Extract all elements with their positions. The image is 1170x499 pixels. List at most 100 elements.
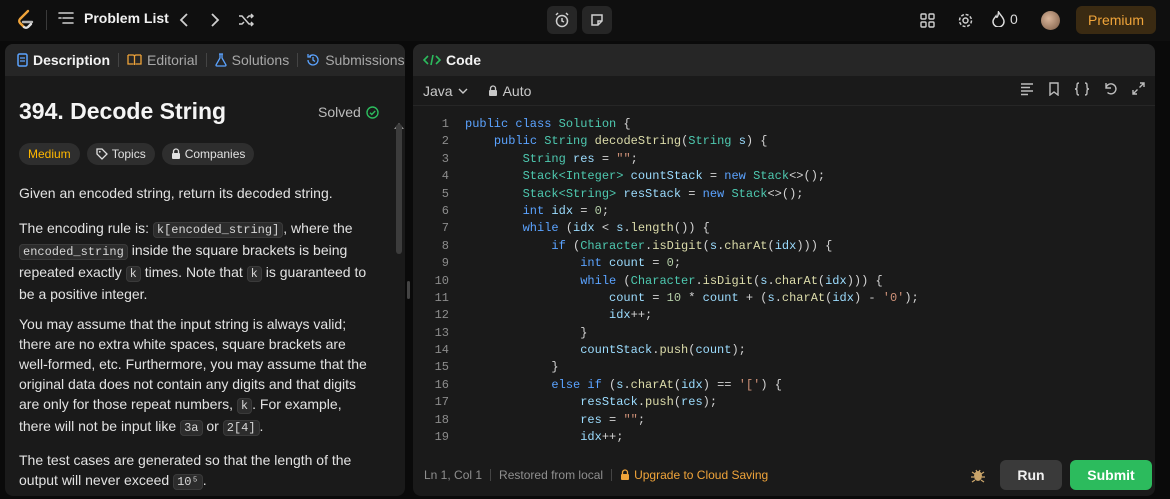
logo-icon[interactable] (14, 8, 36, 32)
check-circle-icon (366, 105, 379, 119)
submit-button[interactable]: Submit (1070, 460, 1152, 490)
problem-tags: Medium Topics Companies (19, 143, 255, 165)
code-text: idx++; (580, 430, 624, 445)
description-icon (17, 53, 28, 67)
scrollbar-thumb[interactable] (396, 124, 402, 254)
code-text: } (465, 325, 588, 340)
tab-solutions[interactable]: Solutions (214, 52, 289, 68)
tab-editorial-label: Editorial (147, 52, 198, 68)
auto-mode-label: Auto (502, 82, 532, 99)
run-button[interactable]: Run (1000, 460, 1062, 490)
description-paragraph: The test cases are generated so that the… (19, 450, 375, 492)
list-icon (58, 12, 74, 24)
problem-title[interactable]: 394. Decode String (19, 98, 226, 125)
streak-counter[interactable]: 0 (992, 11, 1018, 27)
code-line: 17 resStack.push(res); (413, 394, 1155, 411)
inline-code: k[encoded_string] (152, 222, 284, 238)
bug-icon[interactable] (969, 466, 987, 484)
code-text: String res = ""; (522, 151, 638, 166)
timer-button[interactable] (547, 6, 577, 34)
cursor-position: Ln 1, Col 1 (424, 468, 483, 482)
line-number: 9 (441, 256, 449, 271)
paragraph-text: . (259, 418, 264, 434)
line-number: 14 (434, 343, 449, 358)
topics-button[interactable]: Topics (86, 143, 155, 165)
description-panel: Description Editorial Solutions Submissi… (5, 44, 405, 496)
companies-button[interactable]: Companies (161, 143, 255, 165)
expand-icon[interactable] (1132, 82, 1145, 95)
line-number: 2 (441, 134, 449, 149)
avatar[interactable] (1041, 11, 1060, 30)
chevron-left-icon[interactable] (174, 10, 194, 30)
line-number: 8 (441, 238, 449, 253)
grid-icon[interactable] (917, 10, 937, 30)
inline-code: k (125, 266, 141, 282)
streak-count: 0 (1010, 11, 1018, 27)
code-text: while (idx < s.length()) { (522, 221, 710, 236)
code-tab-label[interactable]: Code (446, 52, 481, 68)
line-number: 4 (441, 169, 449, 184)
code-line: 3 String res = ""; (413, 151, 1155, 168)
code-text: resStack.push(res); (580, 395, 718, 410)
paragraph-text: . (202, 472, 207, 488)
code-text: idx++; (609, 308, 653, 323)
code-text: int count = 0; (580, 256, 682, 271)
topbar-divider (46, 10, 47, 30)
code-line: 18 res = ""; (413, 412, 1155, 429)
code-text: Stack<Integer> countStack = new Stack<>(… (522, 169, 826, 184)
editor-status-bar: Ln 1, Col 1 Restored from local Upgrade … (413, 454, 1155, 496)
code-text: while (Character.isDigit(s.charAt(idx)))… (580, 273, 883, 288)
code-line: 12 idx++; (413, 307, 1155, 324)
code-line: 1 public class Solution { (413, 116, 1155, 133)
line-number: 15 (434, 360, 449, 375)
bookmark-icon[interactable] (1048, 82, 1060, 96)
status-divider (611, 469, 613, 481)
topics-label: Topics (111, 147, 146, 161)
status-divider (490, 469, 492, 481)
code-text: public String decodeString(String s) { (493, 134, 768, 149)
problem-list-label[interactable]: Problem List (84, 10, 169, 26)
problem-list-nav[interactable]: Problem List (58, 10, 169, 26)
gear-icon[interactable] (955, 10, 975, 30)
upgrade-label: Upgrade to Cloud Saving (634, 468, 769, 482)
code-line: 2 public String decodeString(String s) { (413, 133, 1155, 150)
upgrade-cloud-link[interactable]: Upgrade to Cloud Saving (620, 468, 768, 482)
code-line: 6 int idx = 0; (413, 203, 1155, 220)
description-paragraph: Given an encoded string, return its deco… (19, 183, 375, 203)
auto-mode-toggle[interactable]: Auto (488, 82, 532, 99)
braces-icon[interactable] (1074, 82, 1090, 96)
solutions-icon (214, 53, 227, 67)
undo-icon[interactable] (1104, 82, 1118, 96)
format-icon[interactable] (1020, 82, 1034, 96)
notes-button[interactable] (582, 6, 612, 34)
panel-resize-handle[interactable] (407, 281, 410, 299)
code-text: else if (s.charAt(idx) == '[') { (551, 377, 782, 392)
paragraph-text: , where the (283, 220, 353, 236)
inline-code: k (236, 398, 253, 414)
line-number: 3 (441, 151, 449, 166)
tab-divider (297, 53, 299, 67)
lock-icon (171, 148, 180, 159)
description-paragraph: The encoding rule is: k[encoded_string],… (19, 218, 375, 304)
shuffle-icon[interactable] (236, 10, 256, 30)
line-number: 7 (441, 221, 449, 236)
line-number: 6 (441, 203, 449, 218)
top-navigation-bar: Problem List 0 Premium (0, 0, 1170, 41)
tag-icon (96, 148, 108, 160)
code-line: 16 else if (s.charAt(idx) == '[') { (413, 377, 1155, 394)
code-editor[interactable]: 1 public class Solution { 2 public String… (413, 116, 1155, 451)
language-selector[interactable]: Java (423, 83, 468, 99)
inline-code: 2[4] (222, 420, 260, 436)
tab-description[interactable]: Description (17, 52, 110, 68)
tab-submissions[interactable]: Submissions (306, 52, 405, 68)
code-text: int idx = 0; (522, 203, 610, 218)
premium-button[interactable]: Premium (1076, 6, 1156, 34)
line-number: 11 (434, 290, 449, 305)
note-icon (591, 14, 603, 26)
code-panel: Code Java Auto 1 public class Solution { … (413, 44, 1155, 496)
code-line: 14 countStack.push(count); (413, 342, 1155, 359)
code-line: 4 Stack<Integer> countStack = new Stack<… (413, 168, 1155, 185)
tab-editorial[interactable]: Editorial (127, 52, 198, 68)
paragraph-text: times. Note that (140, 264, 247, 280)
chevron-right-icon[interactable] (205, 10, 225, 30)
